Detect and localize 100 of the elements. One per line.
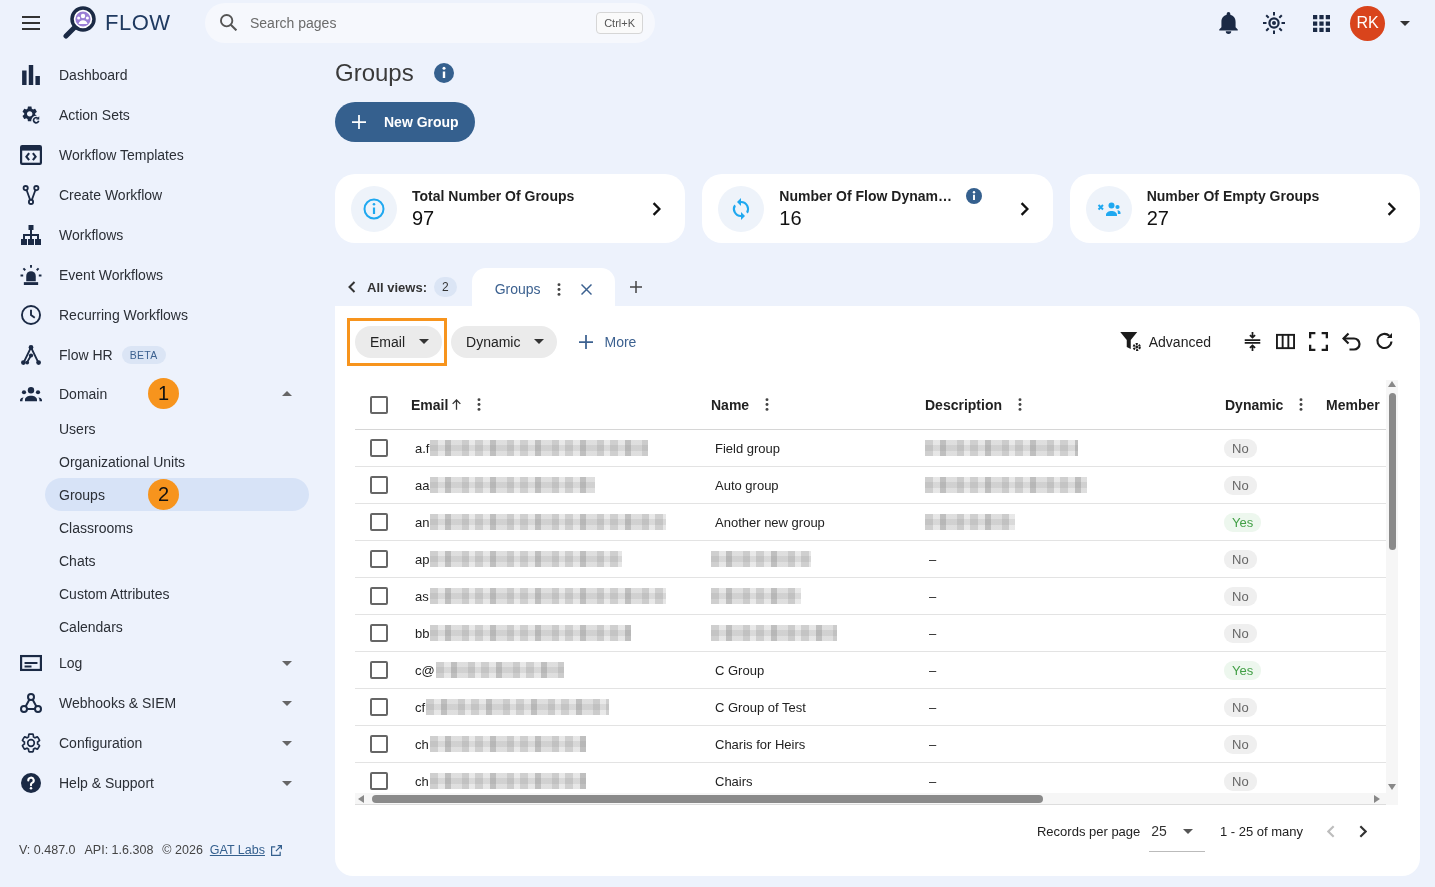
apps-grid-icon[interactable]: [1313, 14, 1330, 32]
nav-item[interactable]: Classrooms: [45, 511, 309, 544]
row-checkbox[interactable]: [370, 587, 388, 605]
nav-item[interactable]: Domain: [20, 383, 108, 404]
caret-icon: [1182, 828, 1193, 834]
nav-item[interactable]: Calendars: [45, 610, 309, 643]
nav-item[interactable]: Workflow Templates: [20, 145, 184, 165]
info-icon[interactable]: [966, 187, 982, 204]
caret-icon[interactable]: [1400, 20, 1410, 26]
nav-item[interactable]: Workflows: [20, 225, 124, 245]
row-checkbox[interactable]: [370, 550, 388, 568]
caret-icon[interactable]: [282, 780, 292, 786]
info-icon[interactable]: [433, 63, 454, 83]
vertical-scrollbar[interactable]: [1386, 380, 1398, 805]
sun-icon[interactable]: [1263, 12, 1285, 34]
fullscreen-icon[interactable]: [1309, 332, 1328, 351]
table-cell: bb: [415, 625, 430, 641]
caret-icon[interactable]: [282, 391, 292, 396]
row-checkbox[interactable]: [370, 439, 388, 457]
scroll-left-icon[interactable]: [358, 794, 364, 803]
nav-item[interactable]: Help & Support: [20, 773, 154, 793]
nav-item[interactable]: Configuration: [20, 733, 143, 753]
column-header[interactable]: Dynamic: [1213, 380, 1316, 429]
table-cell: –: [929, 625, 937, 641]
nav-item[interactable]: Action Sets: [20, 105, 130, 125]
status-chip: No: [1224, 438, 1257, 458]
kebab-menu-icon[interactable]: [1018, 398, 1022, 411]
bell-icon[interactable]: [1219, 12, 1238, 34]
scroll-down-icon[interactable]: [1388, 784, 1396, 790]
arrow-up-icon[interactable]: [452, 399, 462, 410]
row-checkbox[interactable]: [370, 698, 388, 716]
code-window-icon: [20, 145, 42, 165]
scroll-right-icon[interactable]: [1374, 794, 1380, 803]
logo-icon: [63, 6, 97, 40]
caret-icon[interactable]: [282, 700, 292, 706]
nav-item[interactable]: Custom Attributes: [45, 577, 309, 610]
status-chip: No: [1224, 586, 1257, 606]
close-icon[interactable]: [580, 283, 592, 295]
row-checkbox[interactable]: [370, 772, 388, 790]
menu-icon[interactable]: [22, 16, 40, 30]
kebab-menu-icon[interactable]: [765, 398, 770, 411]
row-checkbox[interactable]: [370, 661, 388, 679]
select-all-checkbox[interactable]: [370, 395, 388, 414]
table-cell: as: [415, 588, 429, 604]
compress-icon[interactable]: [1243, 332, 1262, 351]
column-header[interactable]: Member: [1316, 380, 1386, 429]
nav-item[interactable]: Recurring Workflows: [20, 305, 188, 325]
api-version-text: API: 1.6.308: [84, 843, 154, 857]
new-group-button[interactable]: New Group: [335, 102, 475, 142]
caret-icon: [419, 339, 429, 344]
column-header[interactable]: Name: [699, 380, 913, 429]
nav-item[interactable]: Webhooks & SIEM: [20, 693, 177, 713]
nav-item[interactable]: Event Workflows: [20, 265, 163, 285]
company-link[interactable]: GAT Labs: [209, 843, 265, 857]
column-header[interactable]: Description: [913, 380, 1213, 429]
advanced-filter-button[interactable]: Advanced: [1119, 331, 1211, 352]
filter-chip[interactable]: Email: [355, 325, 442, 358]
kebab-menu-icon[interactable]: [1299, 398, 1304, 411]
row-checkbox[interactable]: [370, 476, 388, 494]
horizontal-scrollbar[interactable]: [355, 793, 1386, 805]
filter-chip[interactable]: Dynamic: [451, 325, 558, 358]
search-icon: [220, 14, 237, 31]
caret-icon[interactable]: [282, 660, 292, 666]
status-chip: No: [1224, 475, 1257, 495]
external-link-icon[interactable]: [270, 844, 282, 856]
scrollbar-thumb[interactable]: [1388, 393, 1396, 550]
nav-item[interactable]: Organizational Units: [45, 445, 309, 478]
table-cell: Another new group: [715, 514, 825, 530]
stat-title: Total Number Of Groups: [412, 187, 575, 204]
nav-item[interactable]: Flow HR: [20, 345, 113, 365]
caret-icon[interactable]: [282, 740, 292, 746]
row-checkbox[interactable]: [370, 735, 388, 753]
undo-icon[interactable]: [1342, 332, 1361, 351]
row-checkbox[interactable]: [370, 624, 388, 642]
scrollbar-thumb[interactable]: [372, 794, 1043, 803]
kebab-menu-icon[interactable]: [556, 282, 561, 296]
chevron-left-icon[interactable]: [348, 281, 356, 293]
refresh-icon[interactable]: [1375, 332, 1394, 351]
user-avatar[interactable]: RK: [1350, 5, 1385, 41]
stat-value: 97: [412, 206, 436, 230]
more-filters-button[interactable]: More: [575, 333, 641, 350]
nav-item[interactable]: Users: [45, 412, 309, 445]
nav-item[interactable]: Log: [20, 653, 83, 673]
stat-card[interactable]: Total Number Of Groups 97: [335, 174, 686, 243]
next-page-icon[interactable]: [1359, 824, 1367, 838]
kebab-menu-icon[interactable]: [477, 398, 482, 411]
column-header[interactable]: Email: [403, 380, 699, 429]
nav-item[interactable]: Create Workflow: [20, 185, 163, 205]
columns-icon[interactable]: [1276, 332, 1295, 351]
status-chip: Yes: [1224, 512, 1262, 532]
stat-card[interactable]: Number Of Flow Dynam… 16: [702, 174, 1053, 243]
sitemap-icon: [20, 225, 42, 245]
scroll-up-icon[interactable]: [1388, 381, 1396, 387]
view-tab[interactable]: Groups: [471, 268, 615, 306]
row-checkbox[interactable]: [370, 513, 388, 531]
page-size-select[interactable]: 25: [1149, 811, 1205, 852]
plus-icon[interactable]: [629, 281, 642, 293]
stat-card[interactable]: Number Of Empty Groups 27: [1069, 174, 1420, 243]
nav-item[interactable]: Chats: [45, 544, 309, 577]
nav-item[interactable]: Dashboard: [20, 65, 128, 85]
